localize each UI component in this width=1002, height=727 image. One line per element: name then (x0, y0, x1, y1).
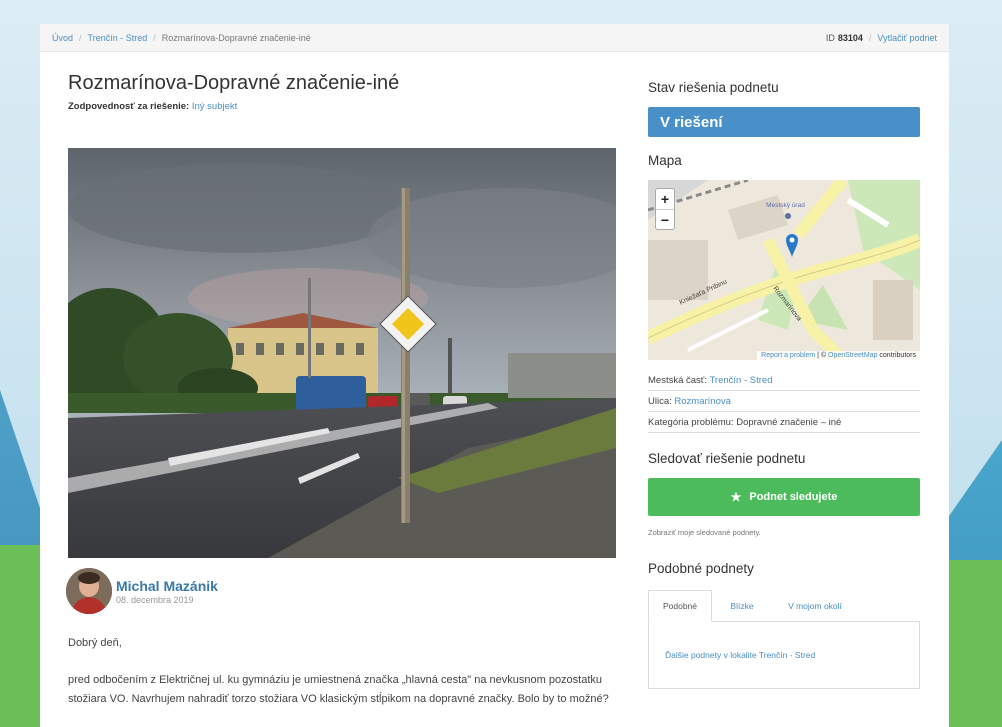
responsibility: Zodpovednosť za riešenie: Iný subjekt (68, 101, 618, 112)
breadcrumb-right: ID 83104 / Vytlačiť podnet (826, 33, 937, 43)
district-label: Mestská časť: (648, 375, 707, 386)
issue-photo-image (68, 148, 616, 558)
author-name[interactable]: Michal Mazánik (116, 578, 218, 594)
tab-my-area[interactable]: V mojom okolí (772, 590, 858, 622)
issue-header: Rozmarínova-Dopravné značenie-iné Zodpov… (68, 72, 618, 112)
avatar-image (66, 568, 112, 614)
issue-id-label: ID (825, 32, 835, 43)
map-attribution-separator: | © (815, 352, 829, 359)
info-street: Ulica: Rozmarínova (648, 391, 920, 412)
category-label: Kategória problému: (648, 417, 734, 428)
map-attribution: Report a problem | © OpenStreetMap contr… (757, 351, 920, 360)
breadcrumb-current: Rozmarínova-Dopravné značenie-iné (161, 32, 311, 43)
author-block: Michal Mazánik 08. decembra 2019 (66, 568, 218, 614)
issue-card: Úvod / Trenčín - Stred / Rozmarínova-Dop… (40, 24, 949, 727)
zoom-out-button[interactable]: − (656, 209, 674, 229)
report-problem-link[interactable]: Report a problem (761, 352, 815, 359)
avatar[interactable] (66, 568, 112, 614)
street-value[interactable]: Rozmarínova (674, 396, 731, 407)
responsibility-label: Zodpovednosť za riešenie: (68, 101, 190, 112)
status-section-title: Stav riešenia podnetu (648, 80, 779, 95)
map-section-title: Mapa (648, 153, 682, 168)
breadcrumb: Úvod / Trenčín - Stred / Rozmarínova-Dop… (40, 24, 949, 52)
issue-info: Mestská časť: Trenčín - Stred Ulica: Roz… (648, 370, 920, 433)
description-greeting: Dobrý deň, (68, 637, 122, 649)
background-grass-left (0, 545, 40, 727)
responsibility-value[interactable]: Iný subjekt (192, 101, 237, 112)
background-grass-right (942, 560, 1002, 727)
category-value: Dopravné značenie – iné (736, 417, 842, 428)
map-poi-label: Mestský úrad (766, 202, 805, 209)
follow-button-label: Podnet sledujete (749, 491, 838, 503)
similar-tabs: Podobné Blízke V mojom okolí (648, 590, 920, 622)
issue-photo[interactable] (68, 148, 616, 558)
my-followed-link[interactable]: Zobraziť moje sledované podnety. (648, 528, 920, 537)
breadcrumb-home[interactable]: Úvod (52, 33, 73, 43)
osm-link[interactable]: OpenStreetMap (828, 352, 877, 359)
zoom-in-button[interactable]: + (656, 189, 674, 209)
map-attribution-tail: contributors (877, 352, 916, 359)
page-title: Rozmarínova-Dopravné značenie-iné (68, 72, 400, 94)
info-district: Mestská časť: Trenčín - Stred (648, 370, 920, 391)
map[interactable]: Kniežaťa Pribinu Rozmarínova Mestský úra… (648, 180, 920, 360)
status-badge: V riešení (648, 107, 920, 137)
breadcrumb-separator: / (153, 32, 156, 43)
breadcrumb-separator: / (79, 32, 82, 43)
district-value[interactable]: Trenčín - Stred (709, 375, 772, 386)
info-category: Kategória problému: Dopravné značenie – … (648, 412, 920, 433)
follow-button[interactable]: ★ Podnet sledujete (648, 478, 920, 516)
street-label: Ulica: (648, 396, 672, 407)
print-issue-link[interactable]: Vytlačiť podnet (877, 33, 937, 43)
follow-section-title: Sledovať riešenie podnetu (648, 451, 806, 466)
issue-description: Dobrý deň, pred odbočením z Električnej … (68, 634, 616, 727)
breadcrumb-district[interactable]: Trenčín - Stred (88, 33, 148, 43)
more-issues-link[interactable]: Ďalšie podnety v lokalite Trenčín - Stre… (665, 650, 815, 660)
description-text: pred odbočením z Električnej ul. ku gymn… (68, 674, 609, 705)
similar-tab-panel: Ďalšie podnety v lokalite Trenčín - Stre… (648, 622, 920, 689)
author-date: 08. decembra 2019 (116, 594, 194, 605)
map-zoom-control: + − (655, 188, 675, 230)
tab-nearby[interactable]: Blízke (712, 590, 772, 622)
breadcrumb-separator: / (868, 32, 872, 43)
tab-similar[interactable]: Podobné (648, 590, 712, 622)
author-info: Michal Mazánik 08. decembra 2019 (116, 578, 218, 605)
similar-section-title: Podobné podnety (648, 561, 754, 576)
star-icon: ★ (730, 490, 742, 504)
sidebar: Stav riešenia podnetu V riešení Mapa Kni… (648, 80, 920, 689)
issue-id-value: 83104 (837, 32, 863, 43)
